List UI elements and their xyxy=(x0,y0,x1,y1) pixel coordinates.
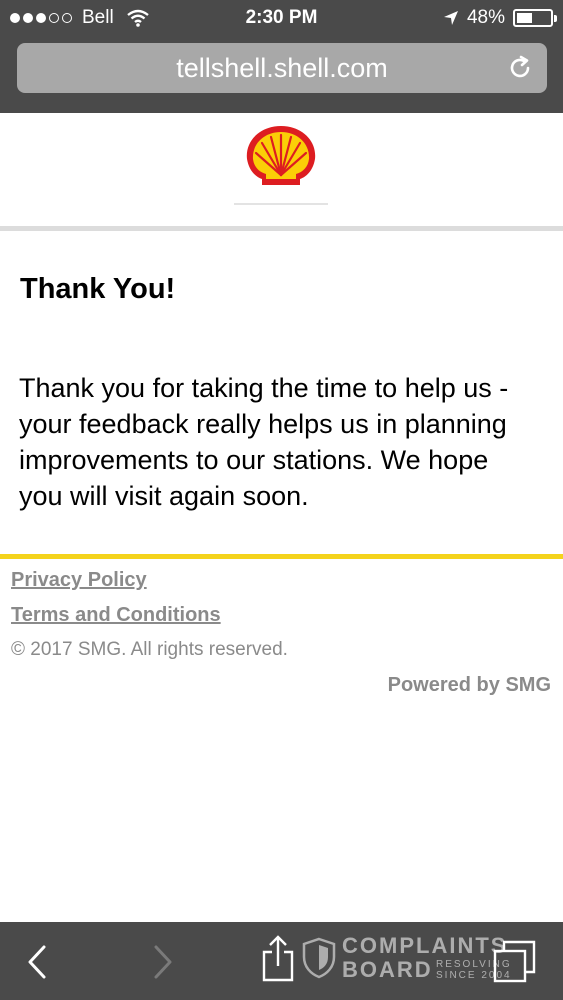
complaints-board-watermark: COMPLAINTS BOARD RESOLVING SINCE 2004 xyxy=(302,933,522,983)
logo-underline xyxy=(234,203,328,205)
battery-percent: 48% xyxy=(466,7,505,28)
back-icon[interactable] xyxy=(24,944,52,980)
watermark-line-1: COMPLAINTS xyxy=(342,933,508,958)
browser-chrome: Bell 2:30 PM 48% tellshell.shell.com xyxy=(0,0,563,113)
location-arrow-icon xyxy=(443,11,458,25)
watermark-line-2: BOARD xyxy=(342,957,433,982)
logo-header xyxy=(0,113,563,227)
watermark-tagline-1: RESOLVING xyxy=(436,959,512,970)
status-right: 48% xyxy=(443,7,557,29)
header-divider xyxy=(0,226,563,231)
battery-tip xyxy=(554,15,557,22)
copyright-text: © 2017 SMG. All rights reserved. xyxy=(11,639,288,660)
watermark-tagline-2: SINCE 2004 xyxy=(436,970,512,981)
powered-by-text: Powered by SMG xyxy=(387,674,551,696)
battery-fill xyxy=(517,13,532,23)
url-text[interactable]: tellshell.shell.com xyxy=(17,53,547,84)
thank-you-message: Thank you for taking the time to help us… xyxy=(19,373,509,511)
privacy-policy-link[interactable]: Privacy Policy xyxy=(11,569,147,592)
footer-divider xyxy=(0,554,563,559)
terms-conditions-link[interactable]: Terms and Conditions xyxy=(11,604,221,627)
battery-icon xyxy=(513,9,557,27)
page-title: Thank You! xyxy=(20,273,176,305)
status-bar: Bell 2:30 PM 48% xyxy=(0,0,563,38)
shield-icon xyxy=(302,937,336,979)
share-icon[interactable] xyxy=(260,934,296,984)
shell-pecten-logo xyxy=(246,126,316,185)
forward-icon[interactable] xyxy=(148,944,176,980)
reload-icon[interactable] xyxy=(507,55,533,81)
address-bar[interactable]: tellshell.shell.com xyxy=(17,43,547,93)
